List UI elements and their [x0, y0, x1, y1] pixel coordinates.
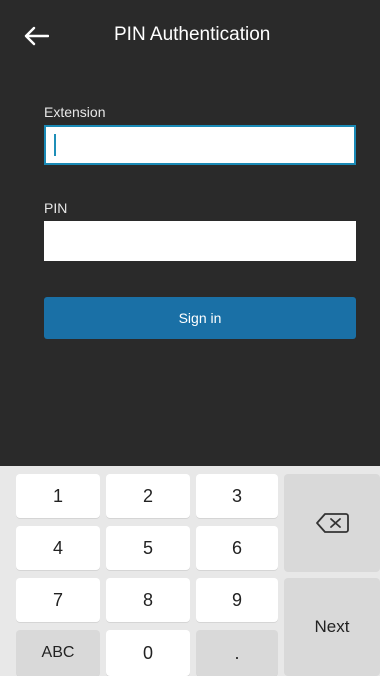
numeric-keyboard: 1 2 3 4 5 6 7 8 9 ABC 0 . Next — [0, 466, 380, 676]
extension-label: Extension — [44, 104, 106, 120]
app-screen: PIN Authentication Extension PIN Sign in — [0, 0, 380, 466]
key-0[interactable]: 0 — [106, 630, 190, 676]
key-5[interactable]: 5 — [106, 526, 190, 570]
arrow-left-icon — [24, 26, 49, 46]
key-abc[interactable]: ABC — [16, 630, 100, 676]
key-9[interactable]: 9 — [196, 578, 278, 622]
pin-input[interactable] — [44, 221, 356, 261]
sign-in-button[interactable]: Sign in — [44, 297, 356, 339]
key-period[interactable]: . — [196, 630, 278, 676]
extension-input[interactable] — [44, 125, 356, 165]
back-button[interactable] — [22, 22, 50, 50]
key-1[interactable]: 1 — [16, 474, 100, 518]
key-6[interactable]: 6 — [196, 526, 278, 570]
key-7[interactable]: 7 — [16, 578, 100, 622]
key-8[interactable]: 8 — [106, 578, 190, 622]
next-key[interactable]: Next — [284, 578, 380, 676]
key-2[interactable]: 2 — [106, 474, 190, 518]
key-4[interactable]: 4 — [16, 526, 100, 570]
backspace-icon — [316, 513, 349, 533]
text-caret — [54, 134, 56, 156]
pin-label: PIN — [44, 200, 68, 216]
key-3[interactable]: 3 — [196, 474, 278, 518]
backspace-key[interactable] — [284, 474, 380, 572]
page-title: PIN Authentication — [114, 24, 271, 45]
top-bar: PIN Authentication — [0, 0, 380, 70]
